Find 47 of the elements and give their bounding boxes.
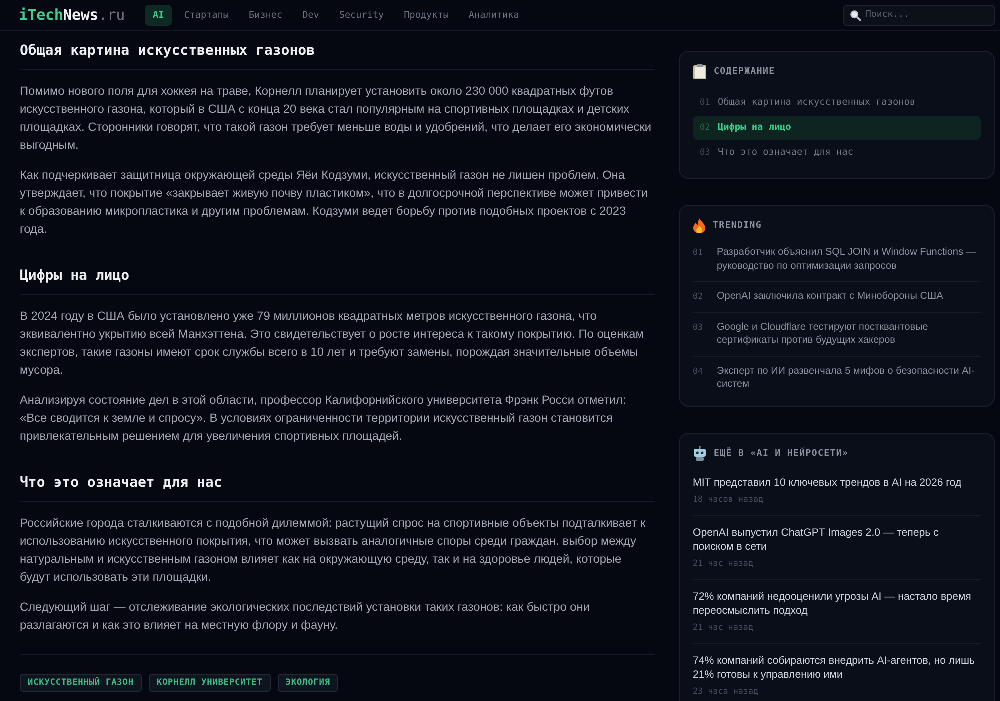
- paragraph: В 2024 году в США было установлено уже 79 миллионов квадратных метров искусственного газона, что эквивалентно укрытию всей Манхэттена. Это свидетельствует о росте интереса к такому покрытию. По оценкам экспертов, такие газоны имеют срок службы всего в 10 лет и требуют замены, порождая значительные объемы мусора.: [20, 308, 645, 379]
- nav-tab[interactable]: Аналитика: [460, 4, 528, 26]
- rank-number: 02: [693, 290, 704, 303]
- search-field[interactable]: Поиск...: [843, 4, 995, 26]
- toc-link[interactable]: 03 Что это означает для нас: [693, 141, 981, 165]
- nav-tab[interactable]: AI: [144, 4, 172, 26]
- card-title: TRENDING: [713, 220, 762, 232]
- tag-link[interactable]: ЭКОЛОГИЯ: [278, 674, 338, 692]
- site-logo[interactable]: iTechNews.ru: [19, 6, 125, 24]
- section-heading: Цифры на лицо: [20, 268, 655, 295]
- article-link[interactable]: 74% компаний собираются внедрить AI-агентов, но лишь 21% готовы к управлению ими: [693, 654, 981, 682]
- nav-tab[interactable]: Бизнес: [240, 4, 291, 26]
- paragraph: Помимо нового поля для хоккея на траве, Корнелл планирует установить около 230 000 квадратных футов искусственного газона, который в США с конца 20 века стал популярным на спортивных площадках и детских площадках. Сторонники говорят, что такой газон требует меньше воды и удобрений, что делает его экономически выгодным.: [20, 83, 653, 154]
- time-ago: 21 час назад: [693, 620, 755, 632]
- article-link[interactable]: OpenAI выпустил ChatGPT Images 2.0 — теперь с поиском в сети: [693, 526, 981, 554]
- nav-tab[interactable]: Продукты: [396, 4, 457, 26]
- paragraph: Анализируя состояние дел в этой области, профессор Калифорнийского университета Фрэнк Росси отметил: «Все сводится к земле и спросу». В условиях ограниченности территории искусственный газон становится привлекательным решением для увеличения спортивных площадей.: [20, 392, 628, 445]
- section-heading: Что это означает для нас: [20, 475, 655, 502]
- tag-link[interactable]: ИСКУССТВЕННЫЙ ГАЗОН: [20, 674, 142, 692]
- article-link[interactable]: 72% компаний недооценили угрозы AI — настало время переосмыслить подход: [693, 590, 981, 618]
- trending-link[interactable]: Google и Cloudflare тестируют постквантовые сертификаты против будущих хакеров: [717, 320, 981, 348]
- article-link[interactable]: MIT представил 10 ключевых трендов в AI на 2026 год: [693, 476, 981, 490]
- robot-icon: [693, 446, 707, 461]
- time-ago: 18 часов назад: [693, 492, 765, 504]
- nav-tab[interactable]: Security: [331, 4, 392, 26]
- nav-tab[interactable]: Стартапы: [176, 4, 237, 26]
- card-title: СОДЕРЖАНИЕ: [714, 66, 776, 78]
- toc-link[interactable]: 01 Общая картина искусственных газонов: [693, 91, 981, 115]
- rank-number: 03: [693, 320, 704, 334]
- nav-tab[interactable]: Dev: [294, 4, 328, 26]
- rank-number: 04: [693, 364, 704, 378]
- trending-link[interactable]: OpenAI заключила контракт с Минобороны США: [717, 290, 944, 304]
- toc-link[interactable]: 02 Цифры на лицо: [693, 116, 981, 140]
- flame-icon: [693, 218, 706, 234]
- trending-link[interactable]: Разработчик объяснил SQL JOIN и Window Functions — руководство по оптимизации запросов: [717, 246, 981, 273]
- paragraph: Следующий шаг — отслеживание экологических последствий установки таких газонов: как быстро они разлагаются и как это влияет на местную флору и фауну.: [20, 599, 591, 634]
- search-icon: [850, 10, 861, 20]
- rank-number: 01: [693, 246, 704, 259]
- section-heading: Общая картина искусственных газонов: [20, 43, 655, 70]
- card-title: ЕЩЁ В «AI И НЕЙРОСЕТИ»: [714, 448, 849, 460]
- trending-link[interactable]: Эксперт по ИИ развенчала 5 мифов о безопасности AI-систем: [717, 364, 981, 392]
- time-ago: 23 часа назад: [693, 684, 760, 696]
- tag-link[interactable]: КОРНЕЛЛ УНИВЕРСИТЕТ: [148, 674, 271, 692]
- clipboard-icon: [693, 64, 707, 80]
- paragraph: Российские города сталкиваются с подобной дилеммой: растущий спрос на спортивные объекты подталкивает к использованию искусственного покрытия, что может вызвать аналогичные споры среди граждан. выбор между натуральным и искусственным газоном влияет как на окружающую среду, так и на здоровье людей, которые будут использовать эти площадки.: [20, 515, 647, 586]
- time-ago: 21 час назад: [693, 556, 755, 568]
- paragraph: Как подчеркивает защитница окружающей среды Яёи Кодзуми, искусственный газон не лишен проблем. Она утверждает, что покрытие «закрывает живую почву пластиком», что в долгосрочной перспективе может привести к образованию микропластика и другим проблемам. Кодзуми ведет борьбу против подобных проектов с 2023 года.: [20, 167, 649, 238]
